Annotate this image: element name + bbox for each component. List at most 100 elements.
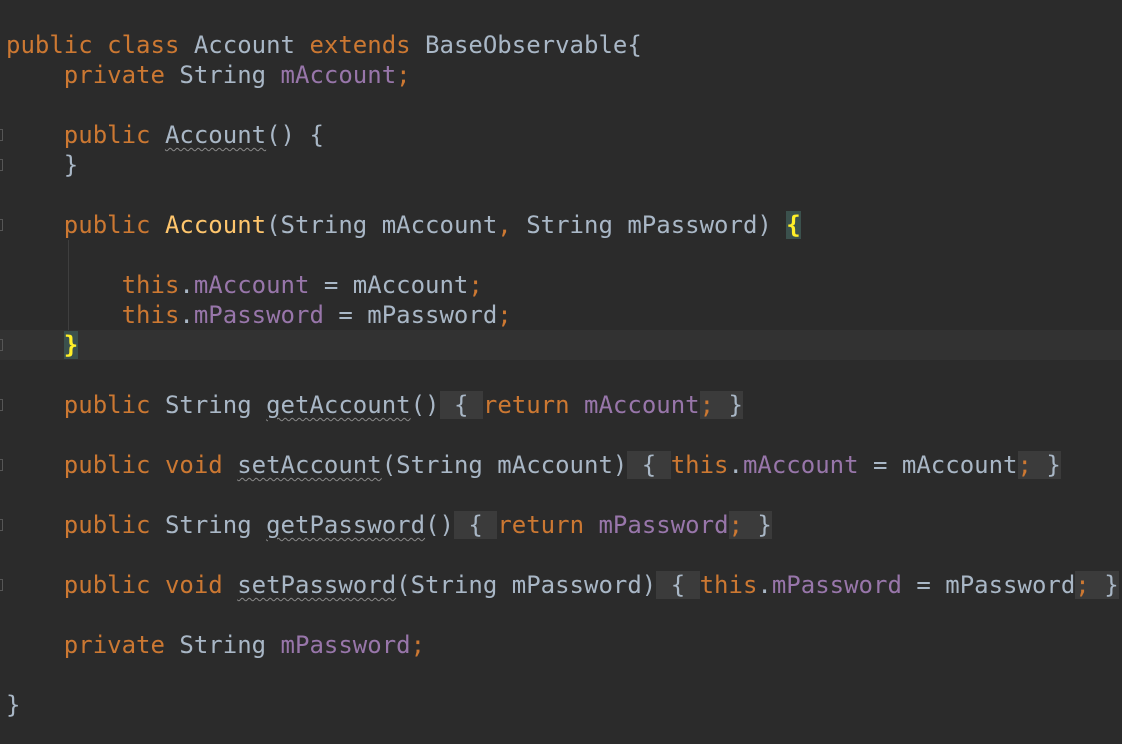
fold-marker-icon[interactable] [0,339,3,351]
code-token: ; [1017,451,1032,479]
code-token: } [6,691,21,719]
code-token: String [164,391,267,419]
code-token: public [6,391,165,419]
code-line[interactable]: private String mAccount; [0,60,1122,90]
code-token: ; [728,511,743,539]
code-token: ; [699,391,715,419]
code-token: () [410,391,440,419]
fold-marker-icon[interactable] [0,159,3,171]
code-line[interactable] [0,360,1122,390]
code-token: mPassword [193,301,324,329]
code-line[interactable]: } [0,330,1122,360]
code-line[interactable]: public Account(String mAccount, String m… [0,210,1122,240]
code-token: public [6,451,165,479]
code-token: public [6,31,108,59]
code-editor[interactable]: public class Account extends BaseObserva… [0,0,1122,744]
code-token: mPassword [598,511,729,539]
code-line[interactable]: public String getPassword() { return mPa… [0,510,1122,540]
code-line[interactable]: } [0,690,1122,720]
code-token: { [439,391,483,419]
code-token: { [786,211,801,239]
code-token: } [63,331,79,359]
code-line[interactable]: public Account() { [0,120,1122,150]
code-line[interactable]: public String getAccount() { return mAcc… [0,390,1122,420]
code-token: mAccount [280,61,397,89]
code-line[interactable]: public void setAccount(String mAccount) … [0,450,1122,480]
code-token: public [6,211,165,239]
code-token: Account [164,211,267,239]
code-token: String mPassword) [526,211,787,239]
code-token: (String mAccount) [381,451,628,479]
code-token: public [6,121,165,149]
code-token: . [179,271,194,299]
code-text: this.mPassword = mPassword; [6,300,512,330]
code-line[interactable]: public class Account extends BaseObserva… [0,30,1122,60]
code-token: ; [410,631,426,659]
code-text: private String mAccount; [6,60,411,90]
code-token: } [6,151,79,179]
code-token: () [425,511,454,539]
code-token: this [699,571,758,599]
code-token: ; [497,301,512,329]
code-token: mAccount [193,271,310,299]
code-text: public String getAccount() { return mAcc… [6,390,743,420]
code-text: this.mAccount = mAccount; [6,270,483,300]
code-token: return [482,391,585,419]
code-line[interactable] [0,600,1122,630]
code-token: { [453,511,498,539]
fold-marker-icon[interactable] [0,579,3,591]
fold-marker-icon[interactable] [0,459,3,471]
code-token: private [6,631,180,659]
code-line[interactable] [0,180,1122,210]
code-line[interactable]: private String mPassword; [0,630,1122,660]
fold-marker-icon[interactable] [0,219,3,231]
fold-marker-icon[interactable] [0,399,3,411]
code-token: . [179,301,194,329]
code-line[interactable] [0,480,1122,510]
code-token: BaseObservable{ [425,31,642,59]
code-token: void [164,571,238,599]
code-text: public Account(String mAccount, String m… [6,210,801,240]
code-text: public void setPassword(String mPassword… [6,570,1119,600]
code-token: ; [1075,571,1090,599]
code-token: this [6,271,180,299]
code-token: { [627,451,671,479]
code-token: getPassword [266,511,426,539]
code-token: ; [396,61,411,89]
code-token: setAccount [237,451,382,479]
code-text: public String getPassword() { return mPa… [6,510,772,540]
code-token: String [179,631,281,659]
fold-marker-icon[interactable] [0,519,3,531]
code-text: } [6,330,79,360]
code-line[interactable]: public void setPassword(String mPassword… [0,570,1122,600]
code-token: mAccount [742,451,859,479]
code-token: { [656,571,700,599]
code-text: private String mPassword; [6,630,425,660]
code-token: this [6,301,180,329]
code-token: mAccount [584,391,700,419]
code-token: } [1031,451,1061,479]
code-token: String [164,511,267,539]
code-token: return [497,511,599,539]
code-token: public [6,571,165,599]
code-token: } [714,391,743,419]
code-token: () { [266,121,324,149]
code-token: , [497,211,527,239]
code-text: public void setAccount(String mAccount) … [6,450,1061,480]
code-text: public Account() { [6,120,324,150]
code-token: Account [164,121,267,149]
code-token: getAccount [266,391,411,419]
code-line[interactable] [0,240,1122,270]
code-line[interactable]: } [0,150,1122,180]
code-token: (String mAccount [266,211,498,239]
code-line[interactable] [0,660,1122,690]
code-line[interactable] [0,90,1122,120]
code-line[interactable]: this.mPassword = mPassword; [0,300,1122,330]
code-token: extends [309,31,426,59]
fold-marker-icon[interactable] [0,129,3,141]
code-token: = mAccount [858,451,1018,479]
code-line[interactable] [0,420,1122,450]
code-line[interactable] [0,540,1122,570]
code-line[interactable]: this.mAccount = mAccount; [0,270,1122,300]
